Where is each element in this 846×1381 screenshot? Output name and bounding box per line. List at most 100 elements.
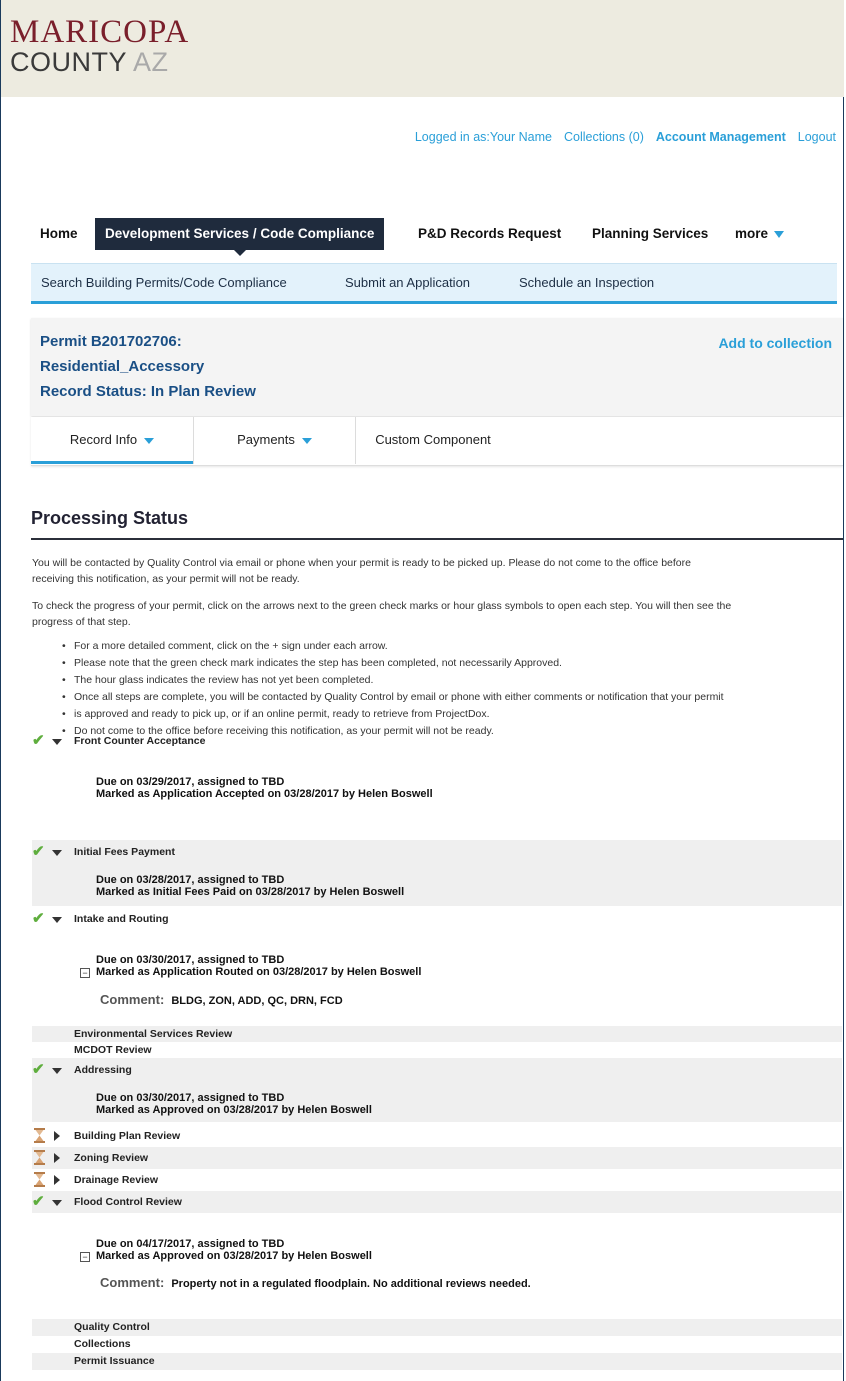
step-name: Flood Control Review [74,1196,182,1208]
step-header[interactable]: ✔ Initial Fees Payment [32,841,842,863]
step-name: Drainage Review [74,1174,159,1186]
tab-payments[interactable]: Payments [194,417,355,463]
step-name: Zoning Review [74,1152,149,1164]
intro-paragraph-2: To check the progress of your permit, cl… [32,598,842,630]
hourglass-icon [34,1172,45,1187]
intro-paragraph-1: You will be contacted by Quality Control… [32,555,842,587]
hourglass-icon [34,1128,45,1143]
hourglass-icon [34,1150,45,1165]
comment-text: Property not in a regulated floodplain. … [171,1278,531,1290]
tab-record-info-label: Record Info [69,432,138,447]
step-front-counter: ✔ Front Counter Acceptance Due on 03/29/… [32,730,842,830]
step-header[interactable]: ✔ Front Counter Acceptance [32,730,842,752]
step-marked: Marked as Initial Fees Paid on 03/28/201… [96,886,405,898]
active-notch [233,250,246,256]
step-name: Permit Issuance [74,1355,155,1367]
step-drainage: Drainage Review [32,1169,842,1191]
logo-line-2: COUNTY AZ [10,48,189,76]
intro-1a: You will be contacted by Quality Control… [32,557,691,569]
caret-right-icon [54,1153,60,1163]
logo-az: AZ [133,47,169,77]
logout-link[interactable]: Logout [798,130,836,144]
collections-link[interactable]: Collections (0) [564,130,644,144]
chevron-down-icon [301,437,312,444]
logo-line-1: MARICOPA [10,14,190,50]
step-name: Collections [74,1338,131,1350]
check-icon: ✔ [32,910,45,927]
record-status: Record Status: In Plan Review [40,383,256,400]
step-marked: − Marked as Approved on 03/28/2017 by Hel… [80,1250,372,1263]
caret-right-icon [54,1131,60,1141]
check-icon: ✔ [32,843,45,860]
step-name: Building Plan Review [74,1130,181,1142]
step-header[interactable]: Building Plan Review [32,1125,842,1147]
subnav-search-permits[interactable]: Search Building Permits/Code Compliance [41,264,287,301]
county-logo[interactable]: MARICOPA COUNTY AZ [10,14,190,77]
step-header[interactable]: ✔ Addressing [32,1059,842,1081]
comment-label: Comment: [100,1275,165,1290]
nav-more[interactable]: more [735,218,785,250]
logo-county: COUNTY [10,47,127,77]
tab-payments-label: Payments [237,432,295,447]
step-header[interactable]: ✔ Flood Control Review [32,1191,842,1213]
subnav-submit-application[interactable]: Submit an Application [345,264,470,301]
nav-development-services-label: Development Services / Code Compliance [105,226,375,241]
step-name: Intake and Routing [74,913,169,925]
processing-status-title: Processing Status [31,508,189,528]
intro-1b: receiving this notification, as your per… [32,573,300,585]
comment-label: Comment: [100,992,165,1007]
caret-down-icon [52,850,62,856]
step-collections: Collections [32,1336,842,1353]
nav-home[interactable]: Home [40,218,78,250]
step-name: Addressing [74,1064,132,1076]
caret-down-icon [52,1068,62,1074]
tab-record-info[interactable]: Record Info [31,417,193,464]
collapse-icon[interactable]: − [80,968,90,978]
step-marked: − Marked as Application Routed on 03/28/2… [80,966,421,979]
record-tabs: Record Info Payments Custom Component [31,417,843,466]
step-name: Environmental Services Review [74,1028,233,1040]
check-icon: ✔ [32,732,45,749]
comment-text: BLDG, ZON, ADD, QC, DRN, FCD [171,995,343,1007]
step-zoning: Zoning Review [32,1147,842,1169]
step-name: Front Counter Acceptance [74,735,206,747]
nav-development-services[interactable]: Development Services / Code Compliance [95,218,385,256]
step-intake-routing: ✔ Intake and Routing Due on 03/30/2017, … [32,908,842,1024]
account-links: Logged in as:Your Name Collections (0) Acc… [403,130,836,144]
list-item: Please note that the green check mark in… [62,655,842,672]
step-header[interactable]: ✔ Intake and Routing [32,908,842,930]
step-comment: Comment: Property not in a regulated flo… [100,1275,531,1290]
tab-custom-component[interactable]: Custom Component [356,417,510,463]
permit-header: Permit B201702706: Residential_Accessory… [31,318,843,416]
logged-in-link[interactable]: Logged in as:Your Name [415,130,552,144]
caret-down-icon [52,739,62,745]
main-nav: Home Development Services / Code Complia… [30,218,844,256]
step-marked: Marked as Application Accepted on 03/28/… [96,788,433,800]
subnav-schedule-inspection[interactable]: Schedule an Inspection [519,264,654,301]
caret-down-icon [52,1200,62,1206]
add-to-collection-link[interactable]: Add to collection [718,335,832,351]
check-icon: ✔ [32,1061,45,1078]
step-environmental: Environmental Services Review [32,1026,842,1042]
intro-2a: To check the progress of your permit, cl… [32,600,732,612]
step-header[interactable]: Zoning Review [32,1147,842,1169]
collapse-icon[interactable]: − [80,1252,90,1262]
title-divider [31,538,843,540]
step-addressing: ✔ Addressing Due on 03/30/2017, assigned… [32,1058,842,1122]
account-management-link[interactable]: Account Management [656,130,786,144]
nav-records-request[interactable]: P&D Records Request [418,218,561,250]
list-item: The hour glass indicates the review has … [62,672,842,689]
step-flood-control: ✔ Flood Control Review Due on 04/17/2017… [32,1191,842,1315]
sub-nav: Search Building Permits/Code Compliance … [31,263,837,304]
step-mcdot: MCDOT Review [32,1042,842,1058]
step-permit-issuance: Permit Issuance [32,1353,842,1370]
step-name: Quality Control [74,1321,150,1333]
step-marked: Marked as Approved on 03/28/2017 by Hele… [96,1104,372,1116]
intro-2b: progress of that step. [32,616,131,628]
nav-planning-services[interactable]: Planning Services [592,218,708,250]
step-name: Initial Fees Payment [74,846,175,858]
list-item: For a more detailed comment, click on th… [62,638,842,655]
step-header[interactable]: Drainage Review [32,1169,842,1191]
permit-number: Permit B201702706: [40,333,182,350]
step-marked-text: Marked as Approved on 03/28/2017 by Hele… [96,1250,372,1262]
